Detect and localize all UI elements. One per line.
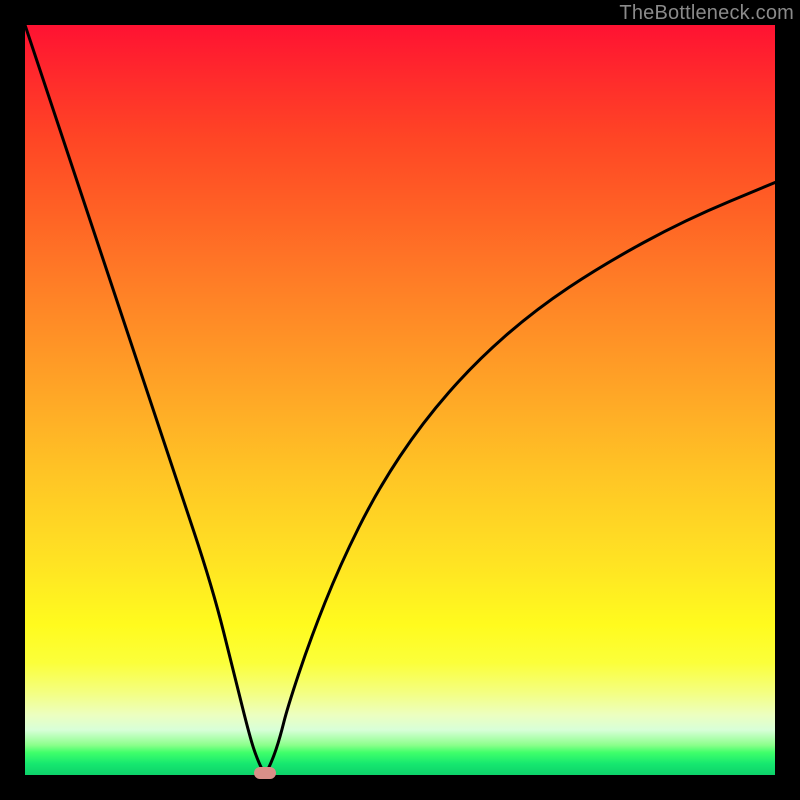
watermark-text: TheBottleneck.com [619,2,794,25]
chart-frame: TheBottleneck.com [0,0,800,800]
minimum-marker [254,767,276,779]
curve-svg [25,25,775,775]
plot-area [25,25,775,775]
bottleneck-curve [25,25,775,771]
